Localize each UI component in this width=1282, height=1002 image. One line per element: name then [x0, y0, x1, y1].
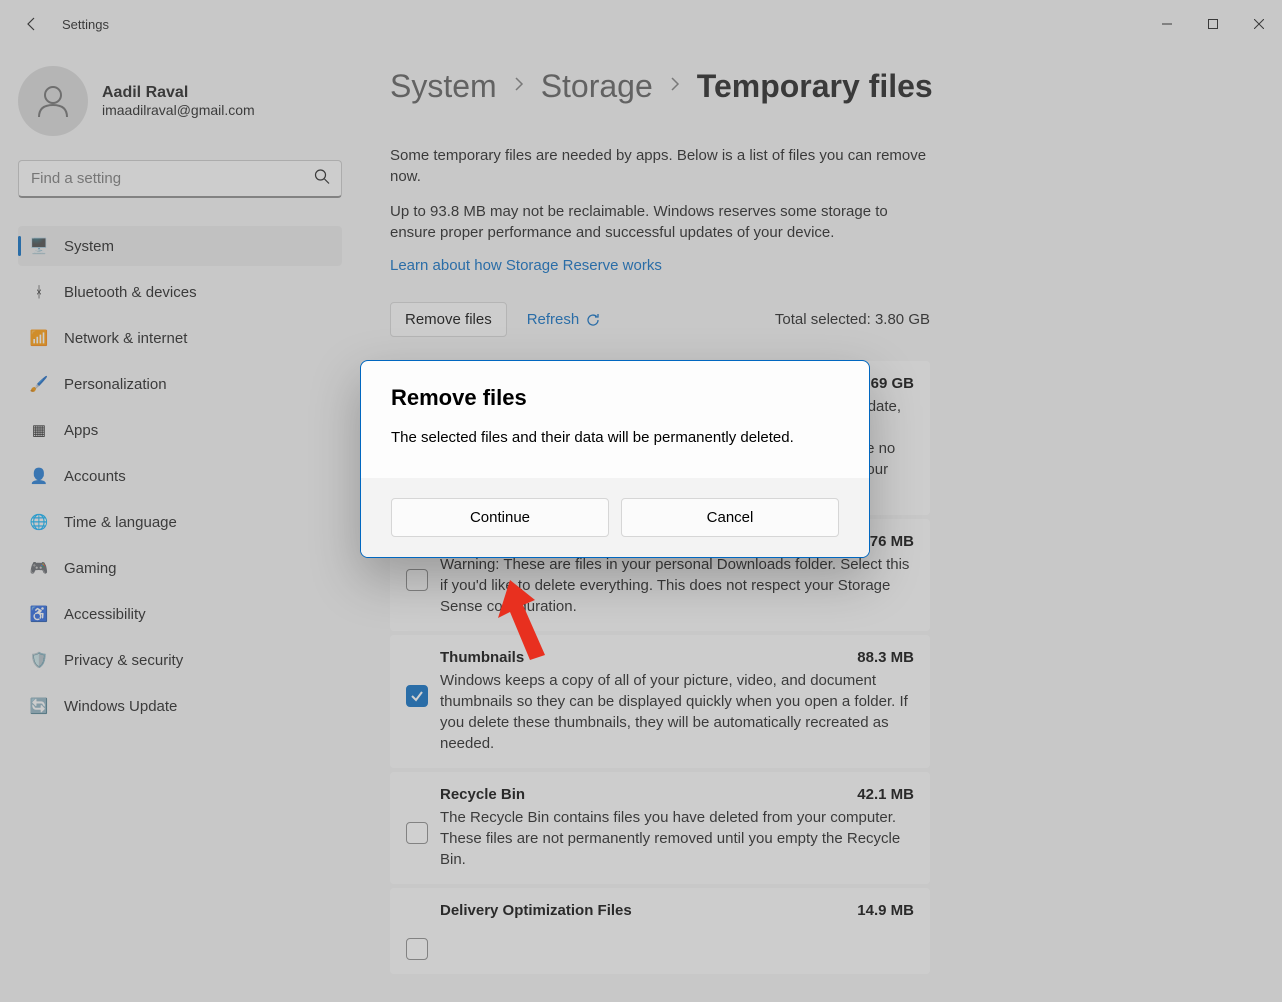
dialog-message: The selected files and their data will b…	[391, 427, 839, 448]
modal-overlay: Remove files The selected files and thei…	[0, 0, 1282, 1002]
dialog-title: Remove files	[391, 385, 839, 411]
remove-files-dialog: Remove files The selected files and thei…	[360, 360, 870, 558]
cancel-button[interactable]: Cancel	[621, 498, 839, 537]
continue-button[interactable]: Continue	[391, 498, 609, 537]
